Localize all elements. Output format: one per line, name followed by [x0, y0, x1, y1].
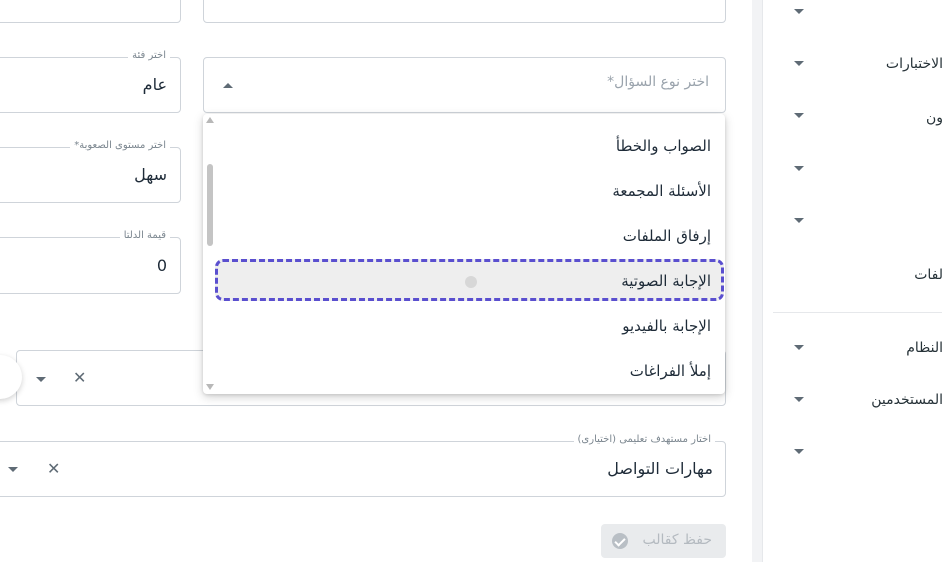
top-left-field[interactable]: [0, 0, 181, 23]
option-grouped-questions[interactable]: الأسئلة المجمعة: [612, 182, 711, 200]
chevron-down-icon[interactable]: [794, 9, 804, 14]
sidebar-item-users[interactable]: المستخدمين: [871, 392, 942, 408]
difficulty-label: اختر مستوى الصعوبة*: [70, 140, 170, 151]
category-field[interactable]: اختر فئة عام: [0, 50, 181, 113]
min-value-label: قيمة الدلتا: [119, 230, 170, 241]
chevron-down-icon[interactable]: [36, 377, 46, 382]
chevron-down-icon[interactable]: [794, 397, 804, 402]
category-label: اختر فئة: [128, 50, 170, 61]
cursor-indicator: [465, 276, 477, 288]
chevron-down-icon[interactable]: [794, 61, 804, 66]
learning-target-value: مهارات التواصل: [607, 459, 713, 478]
chevron-down-icon[interactable]: [794, 166, 804, 171]
save-as-template-label: حفظ كقالب: [642, 532, 712, 548]
chevron-down-icon[interactable]: [794, 449, 804, 454]
min-value-field[interactable]: قيمة الدلتا 0: [0, 230, 181, 294]
option-file-attachment[interactable]: إرفاق الملفات: [623, 227, 711, 245]
option-fill-blanks[interactable]: إملأ الفراغات: [630, 362, 711, 380]
option-video-answer[interactable]: الإجابة بالفيديو: [622, 317, 711, 335]
chevron-down-icon[interactable]: [8, 467, 18, 472]
sidebar-item-files[interactable]: لفات: [914, 267, 942, 283]
top-right-field[interactable]: [203, 0, 726, 23]
scroll-down-icon[interactable]: [206, 384, 214, 390]
question-type-dropdown: الصواب والخطأ الأسئلة المجمعة إرفاق المل…: [203, 114, 725, 394]
sidebar-item-2[interactable]: ون: [926, 110, 942, 126]
chevron-down-icon[interactable]: [794, 113, 804, 118]
sidebar-item-tests[interactable]: الاختبارات: [886, 56, 942, 72]
scrollbar-thumb[interactable]: [207, 164, 213, 246]
sidebar-divider: [773, 312, 942, 313]
chevron-down-icon[interactable]: [794, 218, 804, 223]
chevron-down-icon[interactable]: [794, 345, 804, 350]
save-as-template-button[interactable]: حفظ كقالب: [601, 524, 726, 558]
clear-icon[interactable]: ✕: [47, 461, 60, 477]
sidebar: الاختبارات ون لفات النظام المستخدمين: [762, 0, 942, 562]
option-true-false[interactable]: الصواب والخطأ: [616, 137, 711, 155]
learning-target-field[interactable]: اختار مستهدف تعليمى (اختيارى) مهارات الت…: [0, 434, 726, 497]
option-audio-answer[interactable]: الإجابة الصوتية: [621, 272, 711, 290]
panel-separator: [752, 0, 762, 562]
min-value-value: 0: [156, 256, 167, 275]
category-value: عام: [142, 75, 167, 94]
main-panel: اختر فئة عام اختر نوع السؤال* اختر مستوى…: [0, 0, 752, 562]
difficulty-field[interactable]: اختر مستوى الصعوبة* سهل: [0, 140, 181, 203]
difficulty-value: سهل: [134, 165, 167, 184]
sidebar-item-system[interactable]: النظام: [906, 340, 942, 356]
scroll-up-icon[interactable]: [206, 117, 214, 123]
clear-icon[interactable]: ✕: [73, 370, 86, 386]
question-type-placeholder: اختر نوع السؤال*: [607, 74, 709, 90]
learning-target-label: اختار مستهدف تعليمى (اختيارى): [573, 434, 715, 445]
question-type-select[interactable]: اختر نوع السؤال*: [203, 57, 726, 113]
caret-up-icon[interactable]: [223, 83, 233, 88]
check-circle-icon: [612, 533, 628, 549]
